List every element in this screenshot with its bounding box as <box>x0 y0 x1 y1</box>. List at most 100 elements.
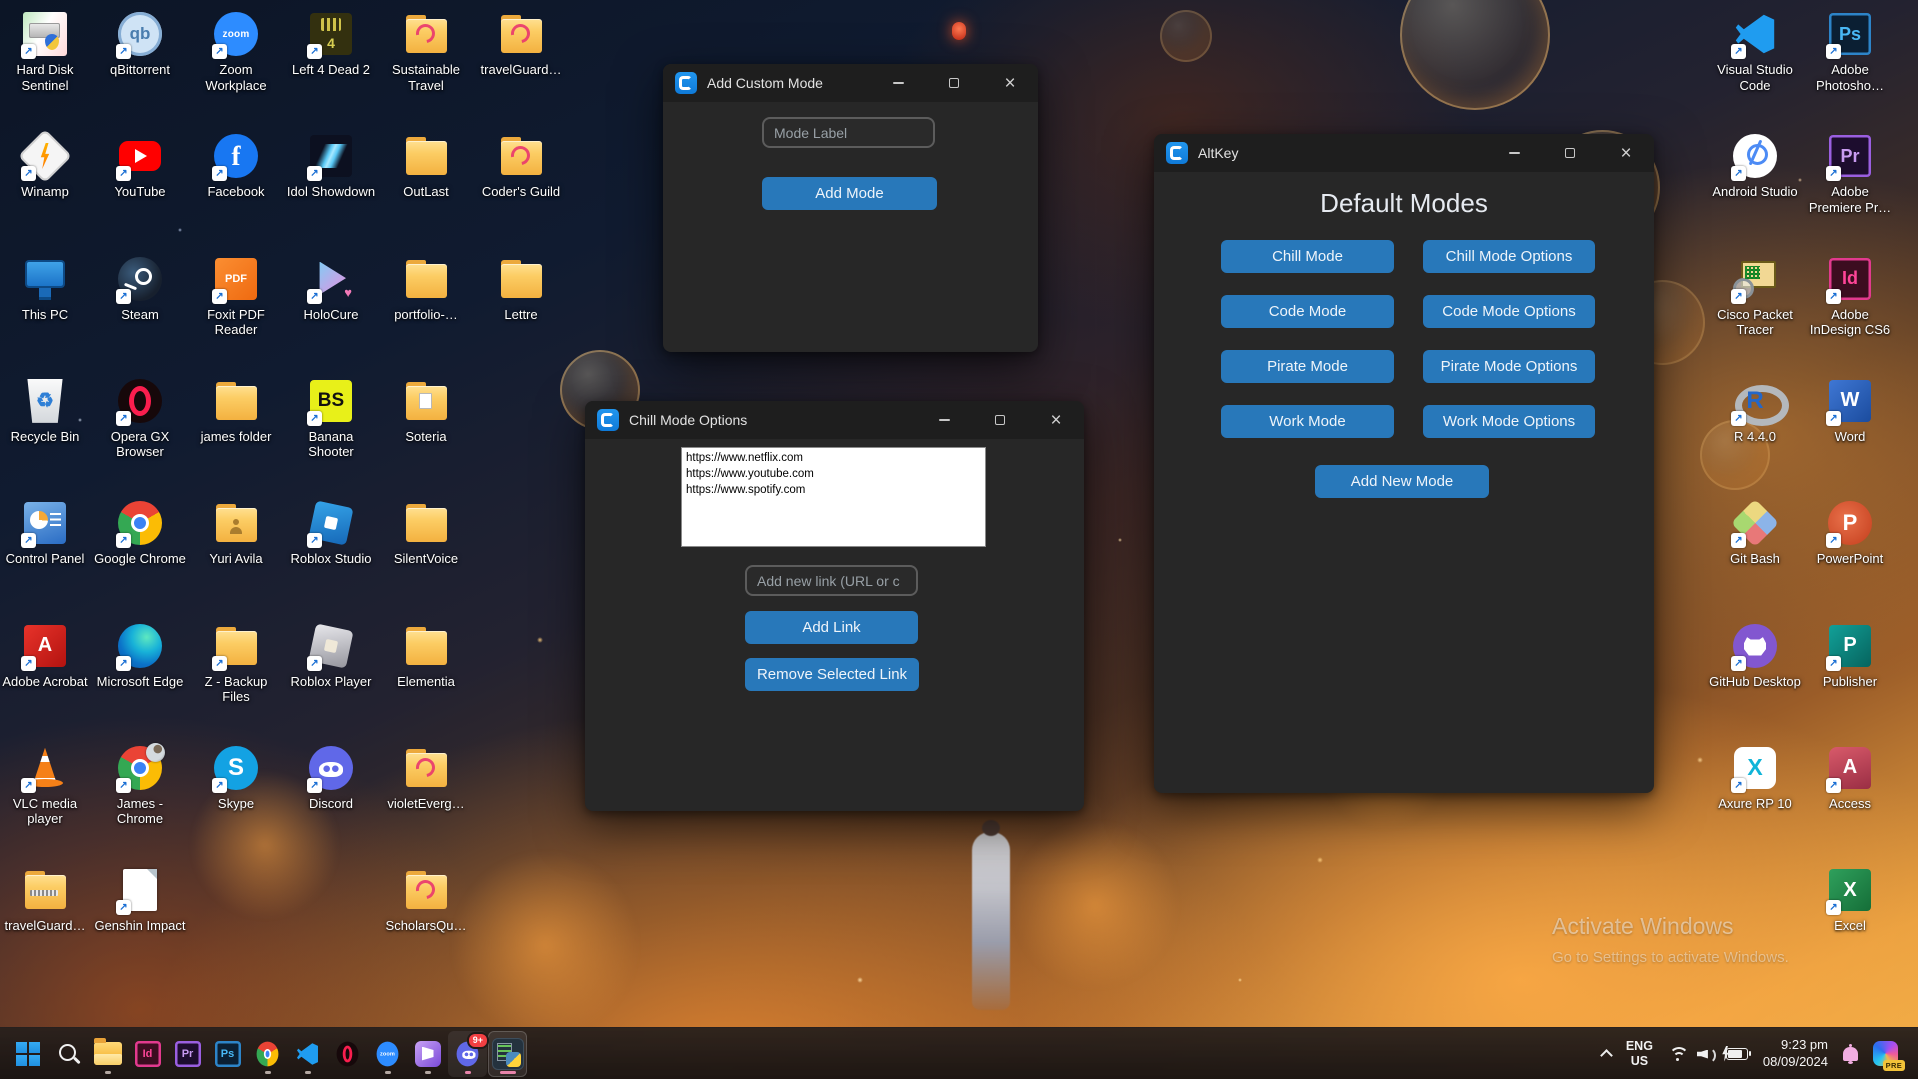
desktop-icon-cisco-packet-tracer[interactable]: ↗ Cisco Packet Tracer <box>1709 255 1801 338</box>
altkey-chill-mode-button[interactable]: Chill Mode <box>1221 240 1394 273</box>
minimize-button[interactable] <box>916 401 972 439</box>
link-item[interactable]: https://www.youtube.com <box>682 466 985 482</box>
desktop-icon-outlast[interactable]: OutLast <box>380 132 472 200</box>
maximize-button[interactable] <box>1542 134 1598 172</box>
altkey-pirate-mode-options-button[interactable]: Pirate Mode Options <box>1423 350 1595 383</box>
altkey-chill-mode-options-button[interactable]: Chill Mode Options <box>1423 240 1595 273</box>
links-listbox[interactable]: https://www.netflix.com https://www.youtu… <box>681 447 986 547</box>
desktop-icon-access[interactable]: A ↗ Access <box>1804 744 1896 812</box>
desktop-icon-microsoft-edge[interactable]: ↗ Microsoft Edge <box>94 622 186 690</box>
desktop-icon-z-backup-files[interactable]: ↗ Z - Backup Files <box>190 622 282 705</box>
link-item[interactable]: https://www.netflix.com <box>682 450 985 466</box>
altkey-code-mode-options-button[interactable]: Code Mode Options <box>1423 295 1595 328</box>
desktop-icon-adobe-acrobat[interactable]: A ↗ Adobe Acrobat <box>0 622 91 690</box>
desktop-icon-hard-disk-sentinel[interactable]: ↗ Hard Disk Sentinel <box>0 10 91 93</box>
link-item[interactable]: https://www.spotify.com <box>682 482 985 498</box>
desktop-icon-idol-showdown[interactable]: ↗ Idol Showdown <box>285 132 377 200</box>
taskbar-python-altkey-icon[interactable] <box>488 1030 527 1077</box>
desktop-icon-youtube[interactable]: ↗ YouTube <box>94 132 186 200</box>
desktop-icon-skype[interactable]: S ↗ Skype <box>190 744 282 812</box>
taskbar-indesign-icon[interactable]: Id <box>128 1031 167 1077</box>
altkey-work-mode-options-button[interactable]: Work Mode Options <box>1423 405 1595 438</box>
desktop-icon-recycle-bin[interactable]: ♻ Recycle Bin <box>0 377 91 445</box>
copilot-icon[interactable]: PRE <box>1873 1041 1905 1071</box>
taskbar-start-button[interactable] <box>8 1031 47 1077</box>
minimize-button[interactable] <box>870 64 926 102</box>
desktop-icon-lettre[interactable]: Lettre <box>475 255 567 323</box>
desktop-icon-yuri-avila[interactable]: Yuri Avila <box>190 499 282 567</box>
desktop-icon-violeteverg[interactable]: violetEverg… <box>380 744 472 812</box>
desktop-icon-james-chrome[interactable]: ↗ James - Chrome <box>94 742 186 827</box>
desktop-icon-powerpoint[interactable]: P ↗ PowerPoint <box>1804 499 1896 567</box>
close-button[interactable]: × <box>1028 401 1084 439</box>
taskbar-vscode-icon[interactable] <box>288 1031 327 1077</box>
taskbar-chrome-icon[interactable] <box>248 1031 287 1077</box>
desktop-icon-android-studio[interactable]: ↗ Android Studio <box>1709 132 1801 200</box>
add-mode-button[interactable]: Add Mode <box>762 177 937 210</box>
desktop-icon-adobe-premiere-pr[interactable]: Pr ↗ Adobe Premiere Pr… <box>1804 132 1896 215</box>
desktop-icon-roblox-studio[interactable]: ↗ Roblox Studio <box>285 499 377 567</box>
clock[interactable]: 9:23 pm 08/09/2024 <box>1763 1037 1828 1071</box>
desktop-icon-travelguard[interactable]: travelGuard… <box>475 10 567 78</box>
desktop-icon-control-panel[interactable]: ↗ Control Panel <box>0 499 91 567</box>
desktop-icon-holocure[interactable]: ↗ HoloCure <box>285 255 377 323</box>
desktop-icon-zoom-workplace[interactable]: zoom ↗ Zoom Workplace <box>190 10 282 93</box>
desktop-icon-left-4-dead-2[interactable]: 4 ↗ Left 4 Dead 2 <box>285 10 377 78</box>
desktop-icon-qbittorrent[interactable]: qb ↗ qBittorrent <box>94 10 186 78</box>
mode-label-input[interactable] <box>762 117 935 148</box>
desktop-icon-scholarsqu[interactable]: ScholarsQu… <box>380 866 472 934</box>
desktop-icon-banana-shooter[interactable]: BS ↗ Banana Shooter <box>285 377 377 460</box>
maximize-button[interactable] <box>972 401 1028 439</box>
desktop-icon-opera-gx-browser[interactable]: ↗ Opera GX Browser <box>94 377 186 460</box>
desktop-icon-roblox-player[interactable]: ↗ Roblox Player <box>285 622 377 690</box>
notification-bell-icon[interactable] <box>1843 1043 1858 1064</box>
taskbar-discord-icon[interactable]: 9+ <box>448 1030 489 1077</box>
desktop-icon-travelguard[interactable]: travelGuard… <box>0 866 91 934</box>
altkey-pirate-mode-button[interactable]: Pirate Mode <box>1221 350 1394 383</box>
desktop-icon-coder-s-guild[interactable]: Coder's Guild <box>475 132 567 200</box>
close-button[interactable]: × <box>982 64 1038 102</box>
desktop-icon-vlc-media-player[interactable]: ↗ VLC media player <box>0 744 91 827</box>
desktop-icon-visual-studio-code[interactable]: ↗ Visual Studio Code <box>1709 10 1801 93</box>
taskbar-file-explorer-icon[interactable] <box>88 1031 127 1077</box>
add-link-input[interactable] <box>745 565 918 596</box>
desktop-icon-silentvoice[interactable]: SilentVoice <box>380 499 472 567</box>
minimize-button[interactable] <box>1486 134 1542 172</box>
taskbar-search-button[interactable] <box>48 1031 87 1077</box>
taskbar-clipchamp-icon[interactable] <box>408 1031 447 1077</box>
taskbar-photoshop-icon[interactable]: Ps <box>208 1031 247 1077</box>
language-indicator[interactable]: ENG US <box>1626 1039 1653 1069</box>
desktop-icon-adobe-indesign-cs6[interactable]: Id ↗ Adobe InDesign CS6 <box>1804 255 1896 338</box>
desktop-icon-excel[interactable]: X ↗ Excel <box>1804 866 1896 934</box>
desktop-icon-facebook[interactable]: f ↗ Facebook <box>190 132 282 200</box>
desktop-icon-r-4-4-0[interactable]: R ↗ R 4.4.0 <box>1709 377 1801 445</box>
desktop-icon-sustainable-travel[interactable]: Sustainable Travel <box>380 10 472 93</box>
taskbar-opera-gx-icon[interactable] <box>328 1031 367 1077</box>
altkey-code-mode-button[interactable]: Code Mode <box>1221 295 1394 328</box>
desktop-icon-axure-rp-10[interactable]: X ↗ Axure RP 10 <box>1709 744 1801 812</box>
tray-status-icons[interactable] <box>1668 1045 1752 1064</box>
tray-chevron-up-icon[interactable] <box>1599 1049 1613 1062</box>
desktop-icon-winamp[interactable]: ↗ Winamp <box>0 129 91 200</box>
add-link-button[interactable]: Add Link <box>745 611 918 644</box>
close-button[interactable]: × <box>1598 134 1654 172</box>
desktop-icon-steam[interactable]: ↗ Steam <box>94 255 186 323</box>
desktop-icon-genshin-impact[interactable]: ↗ Genshin Impact <box>94 866 186 934</box>
desktop-icon-discord[interactable]: ↗ Discord <box>285 744 377 812</box>
desktop-icon-soteria[interactable]: Soteria <box>380 377 472 445</box>
altkey-work-mode-button[interactable]: Work Mode <box>1221 405 1394 438</box>
remove-selected-link-button[interactable]: Remove Selected Link <box>745 658 919 691</box>
desktop-icon-adobe-photosho[interactable]: Ps ↗ Adobe Photosho… <box>1804 10 1896 93</box>
desktop-icon-word[interactable]: W ↗ Word <box>1804 377 1896 445</box>
add-new-mode-button[interactable]: Add New Mode <box>1315 465 1489 498</box>
desktop-icon-elementia[interactable]: Elementia <box>380 622 472 690</box>
desktop-icon-google-chrome[interactable]: ↗ Google Chrome <box>94 499 186 567</box>
desktop-icon-james-folder[interactable]: james folder <box>190 377 282 445</box>
taskbar-zoom-icon[interactable]: zoom <box>368 1031 407 1077</box>
desktop-icon-github-desktop[interactable]: ↗ GitHub Desktop <box>1709 622 1801 690</box>
desktop-icon-foxit-pdf-reader[interactable]: PDF ↗ Foxit PDF Reader <box>190 255 282 338</box>
desktop-icon-publisher[interactable]: P ↗ Publisher <box>1804 622 1896 690</box>
taskbar-premiere-icon[interactable]: Pr <box>168 1031 207 1077</box>
desktop-icon-portfolio[interactable]: portfolio-… <box>380 255 472 323</box>
desktop-icon-this-pc[interactable]: This PC <box>0 255 91 323</box>
